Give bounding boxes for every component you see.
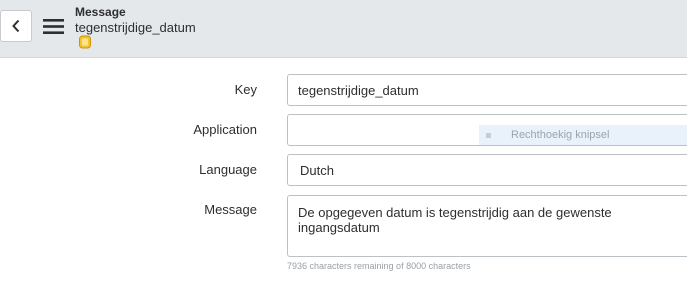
language-label: Language <box>199 162 257 177</box>
application-label: Application <box>193 122 257 137</box>
snipping-tool-overlay: Rechthoekig knipsel <box>479 125 687 145</box>
record-name: tegenstrijdige_datum <box>75 20 196 35</box>
hamburger-menu-icon <box>43 19 64 34</box>
snip-label: Rechthoekig knipsel <box>511 129 610 141</box>
record-type: Message <box>75 5 126 19</box>
page-title: Message tegenstrijdige_datum <box>75 5 196 35</box>
key-value: tegenstrijdige_datum <box>298 83 419 98</box>
key-input[interactable]: tegenstrijdige_datum <box>287 74 687 106</box>
form-header: Message tegenstrijdige_datum <box>0 0 687 58</box>
snip-dot-icon <box>486 132 491 138</box>
language-select[interactable]: Dutch <box>287 154 687 186</box>
message-textarea[interactable]: De opgegeven datum is tegenstrijdig aan … <box>287 195 687 257</box>
message-value: De opgegeven datum is tegenstrijdig aan … <box>298 205 612 235</box>
chevron-left-icon <box>12 19 20 33</box>
hamburger-menu-button[interactable] <box>43 18 64 35</box>
record-badge-icon <box>78 35 92 49</box>
back-button[interactable] <box>0 10 32 42</box>
key-label: Key <box>234 82 257 97</box>
message-label: Message <box>204 202 257 217</box>
character-counter: 7936 characters remaining of 8000 charac… <box>287 261 471 271</box>
language-value: Dutch <box>300 163 334 178</box>
